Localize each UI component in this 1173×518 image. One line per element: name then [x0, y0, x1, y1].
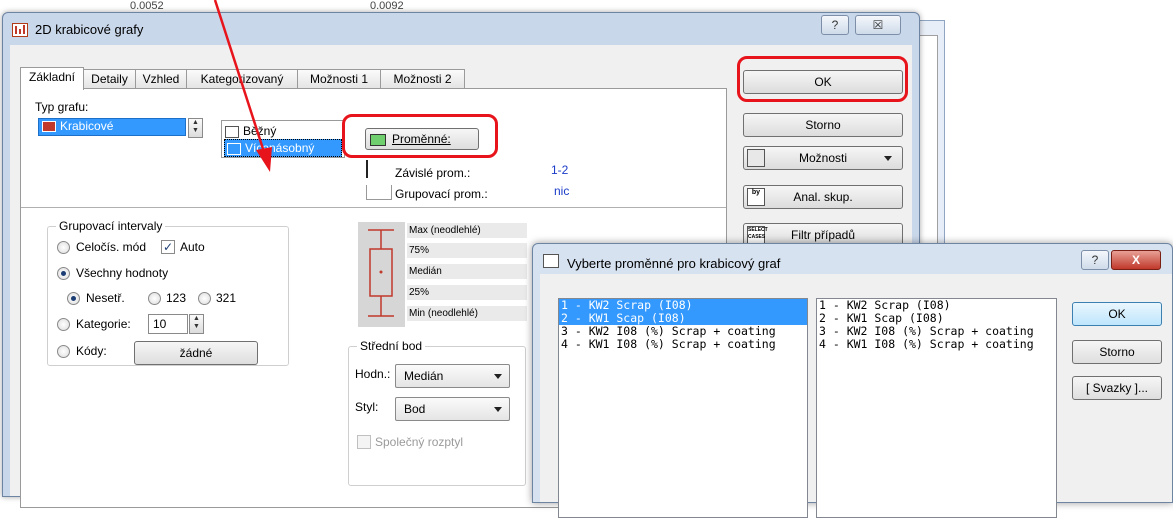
title-bar[interactable]: 2D krabicové grafy ? ☒ — [3, 13, 919, 45]
tab-basic[interactable]: Základní — [20, 67, 84, 90]
separator — [21, 207, 726, 208]
select-cases-icon: SELECT CASES — [747, 226, 768, 244]
tab-details[interactable]: Detaily — [83, 69, 136, 89]
integer-mode-radio[interactable] — [57, 241, 70, 254]
background-value: 0.0052 — [130, 0, 164, 12]
asc-label: 123 — [166, 291, 187, 305]
by-group-icon: by — [747, 188, 765, 206]
midpoint-value: Medián — [404, 369, 444, 383]
graph-type-label: Typ grafu: — [35, 100, 89, 114]
second-var-list[interactable]: 1 - KW2 Scrap (I08) 2 - KW1 Scap (I08) 3… — [816, 298, 1057, 518]
chevron-down-icon — [494, 407, 502, 412]
close-button[interactable]: ☒ — [855, 15, 901, 35]
midpoint-title: Střední bod — [357, 339, 426, 353]
categories-spinner[interactable]: ▲ ▼ — [189, 314, 204, 334]
tab-options-2[interactable]: Možnosti 2 — [380, 69, 465, 89]
var-cancel-button[interactable]: Storno — [1072, 340, 1162, 364]
list-item[interactable]: 4 - KW1 I08 (%) Scrap + coating — [559, 338, 807, 351]
codes-label: Kódy: — [76, 344, 107, 358]
legend-min: Min (neodlehlé) — [407, 306, 527, 321]
codes-button[interactable]: žádné — [134, 341, 258, 365]
help-button[interactable]: ? — [821, 15, 849, 35]
chevron-down-icon — [884, 156, 892, 161]
midpoint-style-label: Styl: — [355, 400, 379, 414]
grouping-var-label: Grupovací prom.: — [395, 187, 488, 201]
midpoint-style-select[interactable]: Bod — [395, 397, 510, 421]
grouping-var-value: nic — [554, 184, 570, 198]
desc-label: 321 — [216, 291, 237, 305]
dependent-var-icon — [366, 160, 368, 178]
list-item[interactable]: 4 - KW1 I08 (%) Scrap + coating — [817, 338, 1056, 351]
var-ok-button[interactable]: OK — [1072, 302, 1162, 326]
box-legend-graphic — [358, 222, 405, 327]
asc-radio[interactable] — [148, 292, 161, 305]
grouping-var-icon — [366, 185, 392, 200]
shared-spread-label: Společný rozptyl — [375, 435, 464, 449]
anal-group-label: Anal. skup. — [793, 190, 853, 204]
tab-options-1[interactable]: Možnosti 1 — [297, 69, 381, 89]
midpoint-value-select[interactable]: Medián — [395, 364, 510, 388]
first-var-list[interactable]: 1 - KW2 Scrap (I08) 2 - KW1 Scap (I08) 3… — [558, 298, 808, 518]
boxplot-legend-icon — [368, 229, 394, 317]
dependent-var-value: 1-2 — [551, 163, 569, 177]
integer-mode-label: Celočís. mód — [76, 240, 147, 254]
categories-radio[interactable] — [57, 318, 70, 331]
var-dialog-client: 1 - KW2 Scrap (I08) 2 - KW1 Scap (I08) 3… — [540, 274, 1172, 518]
var-help-button[interactable]: ? — [1081, 250, 1109, 270]
unsorted-label: Nesetř. — [86, 291, 125, 305]
anal-group-button[interactable]: by Anal. skup. — [743, 185, 903, 209]
options-button[interactable]: Možnosti — [743, 146, 903, 170]
var-dialog-title: Vyberte proměnné pro krabicový graf — [567, 256, 781, 271]
boxplot-app-icon — [12, 23, 28, 37]
window-title: 2D krabicové grafy — [35, 22, 144, 37]
auto-label: Auto — [180, 240, 205, 254]
midpoint-value-label: Hodn.: — [355, 367, 391, 381]
all-values-label: Všechny hodnoty — [76, 266, 169, 280]
options-icon — [747, 149, 765, 167]
categories-label: Kategorie: — [76, 317, 131, 331]
annotation-highlight-ok — [737, 56, 908, 102]
midpoint-box: Střední bod Hodn.: Medián Styl: Bod Spol… — [348, 339, 526, 486]
case-filter-label: Filtr případů — [790, 228, 856, 242]
midpoint-style: Bod — [404, 402, 426, 416]
annotation-highlight-variables — [342, 114, 498, 158]
chart-icon — [543, 254, 559, 268]
legend-p25: 25% — [407, 285, 527, 300]
group-intervals-title: Grupovací intervaly — [56, 219, 166, 233]
dependent-var-label: Závislé prom.: — [395, 166, 471, 180]
legend-max: Max (neodlehlé) — [407, 223, 527, 238]
cancel-button[interactable]: Storno — [743, 113, 903, 137]
boxplot-icon — [42, 121, 56, 132]
graph-type-list[interactable]: Krabicové — [38, 118, 186, 136]
options-label: Možnosti — [798, 151, 848, 165]
tab-appearance[interactable]: Vzhled — [135, 69, 187, 89]
all-values-radio[interactable] — [57, 267, 70, 280]
annotation-arrow — [213, 0, 272, 172]
var-close-button[interactable]: X — [1111, 250, 1161, 270]
chevron-down-icon — [494, 374, 502, 379]
background-value: 0.0092 — [370, 0, 404, 12]
shared-spread-checkbox[interactable] — [357, 435, 371, 449]
desc-radio[interactable] — [198, 292, 211, 305]
categories-input[interactable]: 10 — [148, 314, 188, 334]
bundles-button[interactable]: [ Svazky ]... — [1072, 376, 1162, 400]
legend-p75: 75% — [407, 243, 527, 258]
legend-median: Medián — [407, 264, 527, 279]
auto-checkbox[interactable]: ✓ — [161, 240, 175, 254]
graph-type-value: Krabicové — [60, 119, 114, 133]
variables-dialog: Vyberte proměnné pro krabicový graf ? X … — [532, 243, 1173, 518]
unsorted-radio[interactable] — [67, 292, 80, 305]
var-dialog-title-bar[interactable]: Vyberte proměnné pro krabicový graf ? X — [533, 244, 1172, 274]
codes-radio[interactable] — [57, 345, 70, 358]
group-intervals-box: Grupovací intervaly Celočís. mód ✓ Auto … — [47, 219, 289, 366]
